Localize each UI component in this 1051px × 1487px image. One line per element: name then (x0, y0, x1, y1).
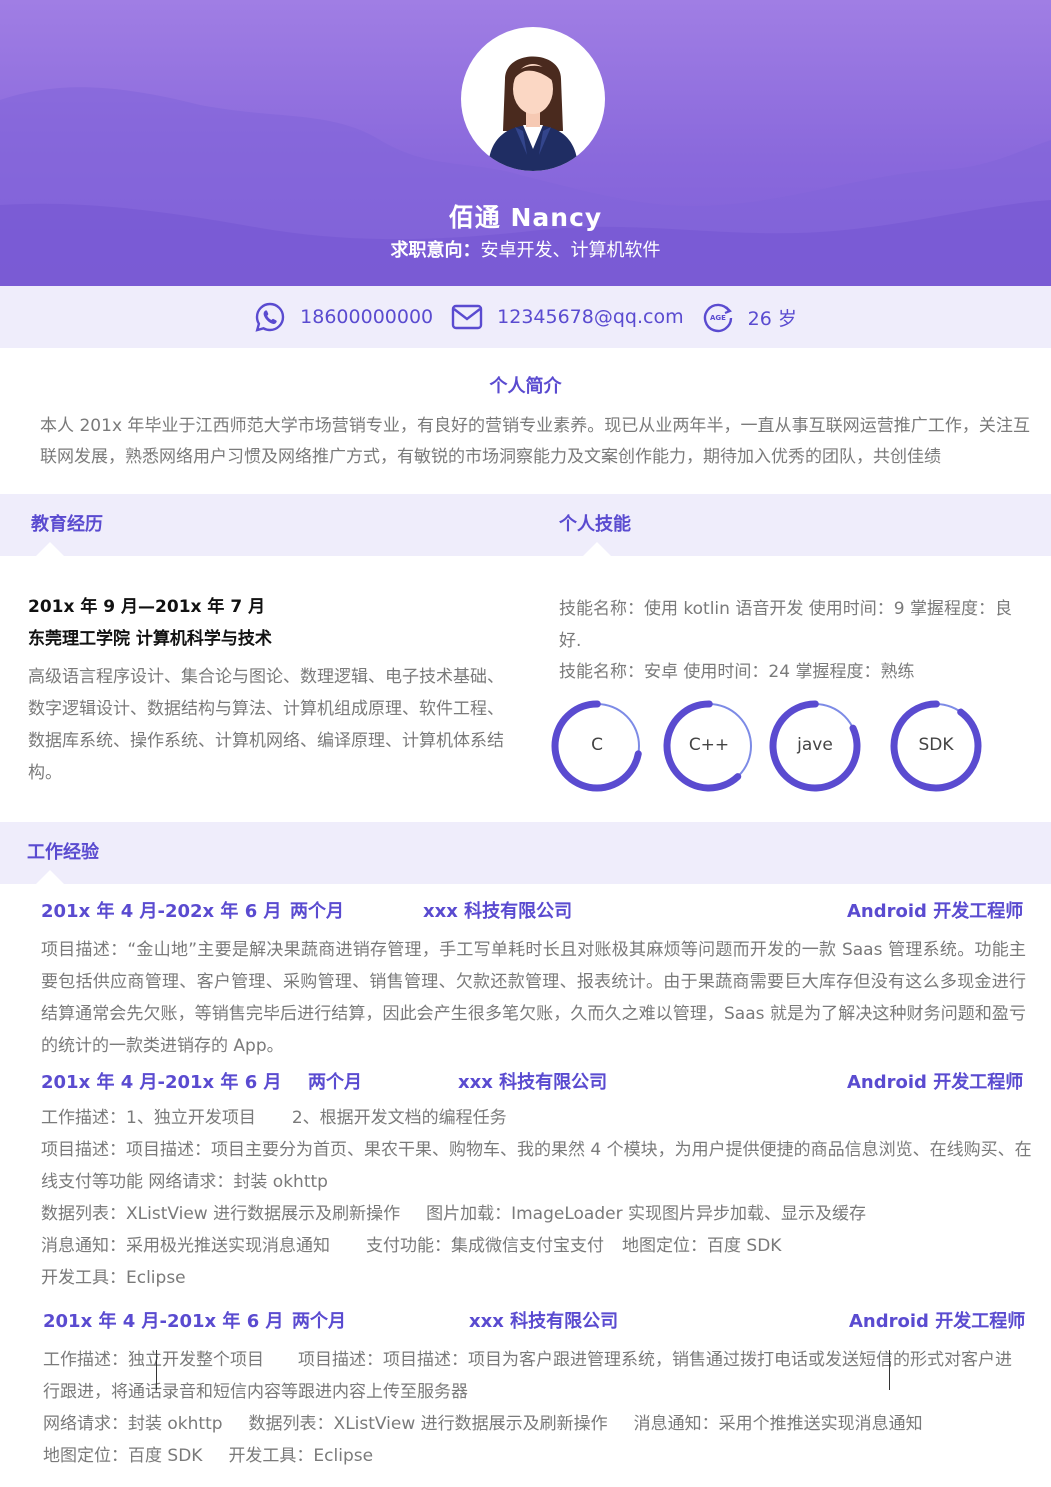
job-objective: 求职意向：安卓开发、计算机软件 (0, 236, 1051, 262)
job-3-tech-line-2: 地图定位：百度 SDK 开发工具：Eclipse (43, 1440, 1028, 1472)
intro-title: 个人简介 (489, 376, 562, 397)
job-3-company: xxx 科技有限公司 (469, 1311, 619, 1332)
job-3-desc: 工作描述：独立开发整个项目 项目描述：项目描述：项目为客户跟进管理系统，销售通过拨… (43, 1344, 1028, 1408)
job-2-work-desc-a: 工作描述：1、独立开发项目 (41, 1108, 256, 1128)
objective-value: 安卓开发、计算机软件 (480, 240, 661, 261)
job-1-period: 201x 年 4 月-202x 年 6 月 (41, 901, 282, 922)
job-2-tech-line-2: 消息通知：采用极光推送实现消息通知 支付功能：集成微信支付宝支付 地图定位：百度 S… (41, 1230, 1026, 1262)
work-notch (36, 870, 64, 884)
cursor-line-right (889, 1350, 890, 1390)
skill-ring-label: C++ (688, 735, 730, 755)
job-3-data-list: 数据列表：XListView 进行数据展示及刷新操作 (248, 1414, 608, 1434)
job-2-work-desc: 工作描述：1、独立开发项目 2、根据开发文档的编程任务 (41, 1102, 1026, 1134)
job-1-duration: 两个月 (290, 901, 344, 922)
age-value: 26 岁 (747, 307, 797, 330)
skill-ring-label: C (591, 735, 603, 755)
whatsapp-phone-icon (255, 302, 285, 332)
job-2-map: 地图定位：百度 SDK (622, 1236, 782, 1256)
job-2-period: 201x 年 4 月-201x 年 6 月 (41, 1072, 282, 1093)
contact-age: AGE 26 岁 (702, 301, 797, 333)
job-2-pay: 支付功能：集成微信支付宝支付 (366, 1236, 604, 1256)
skills-notch (583, 542, 611, 556)
skills-title: 个人技能 (559, 514, 631, 535)
education-school: 东莞理工学院 计算机科学与技术 (28, 629, 272, 649)
job-3-tools: 开发工具：Eclipse (228, 1446, 374, 1466)
job-2-work-desc-b: 2、根据开发文档的编程任务 (291, 1108, 507, 1128)
phone-number: 18600000000 (300, 306, 434, 328)
job-2-tech-line-1: 数据列表：XListView 进行数据展示及刷新操作 图片加载：ImageLoad… (41, 1198, 1026, 1230)
job-3-work-desc: 工作描述：独立开发整个项目 (43, 1350, 264, 1370)
job-2-data-list: 数据列表：XListView 进行数据展示及刷新操作 (41, 1204, 401, 1224)
avatar-woman-icon (489, 56, 577, 171)
job-1-company: xxx 科技有限公司 (423, 901, 573, 922)
job-3-map: 地图定位：百度 SDK (43, 1446, 203, 1466)
job-3-push: 消息通知：采用个推推送实现消息通知 (633, 1414, 923, 1434)
age-icon-text: AGE (710, 314, 726, 322)
skill-line-kotlin: 技能名称：使用 kotlin 语音开发 使用时间：9 掌握程度：良好. (559, 599, 1012, 651)
job-2-push: 消息通知：采用极光推送实现消息通知 (41, 1236, 330, 1256)
email-address: 12345678@qq.com (497, 306, 684, 328)
skill-ring-label: jave (797, 735, 833, 755)
education-courses: 高级语言程序设计、集合论与图论、数理逻辑、电子技术基础、数字逻辑设计、数据结构与… (28, 667, 504, 783)
job-1-role: Android 开发工程师 (847, 901, 1024, 922)
objective-label: 求职意向： (390, 240, 481, 261)
education-title: 教育经历 (31, 514, 103, 535)
job-2-project-desc: 项目描述：项目描述：项目主要分为首页、果农干果、购物车、我的果然 4 个模块，为… (41, 1140, 1032, 1192)
work-title: 工作经验 (27, 842, 99, 863)
avatar (461, 27, 605, 171)
cursor-line-left (156, 1350, 157, 1390)
education-date: 201x 年 9 月—201x 年 7 月 (28, 597, 266, 617)
age-icon: AGE (703, 303, 732, 333)
skill-line-android: 技能名称：安卓 使用时间：24 掌握程度：熟练 (559, 662, 915, 682)
education-notch (36, 542, 64, 556)
job-2-company: xxx 科技有限公司 (458, 1072, 608, 1093)
job-1-project-desc: 项目描述：“金山地”主要是解决果蔬商进销存管理，手工写单耗时长且对账极其麻烦等问… (41, 940, 1026, 1056)
contact-email: 12345678@qq.com (451, 304, 684, 330)
edu-skills-band: 教育经历 个人技能 (0, 494, 1051, 556)
job-2-image-load: 图片加载：ImageLoader 实现图片异步加载、显示及缓存 (426, 1204, 866, 1224)
job-3-duration: 两个月 (292, 1311, 346, 1332)
work-band: 工作经验 (0, 822, 1051, 884)
job-3-network: 网络请求：封装 okhttp (43, 1414, 223, 1434)
resume-header: 佰通 Nancy 求职意向：安卓开发、计算机软件 (0, 0, 1051, 286)
job-2-role: Android 开发工程师 (847, 1072, 1024, 1093)
mail-icon (451, 304, 483, 330)
intro-text: 本人 201x 年毕业于江西师范大学市场营销专业，有良好的营销专业素养。现已从业… (40, 416, 1030, 467)
job-3-tech-line: 网络请求：封装 okhttp 数据列表：XListView 进行数据展示及刷新操作… (43, 1408, 1028, 1440)
job-2-tools: 开发工具：Eclipse (41, 1268, 186, 1288)
skill-ring-label: SDK (918, 735, 954, 755)
candidate-name: 佰通 Nancy (448, 203, 603, 232)
contact-phone: 18600000000 (254, 301, 433, 333)
job-3-role: Android 开发工程师 (849, 1311, 1026, 1332)
contact-bar: 18600000000 12345678@qq.com AGE 26 岁 (0, 286, 1051, 348)
job-3-period: 201x 年 4 月-201x 年 6 月 (43, 1311, 284, 1332)
job-2-duration: 两个月 (308, 1072, 362, 1093)
